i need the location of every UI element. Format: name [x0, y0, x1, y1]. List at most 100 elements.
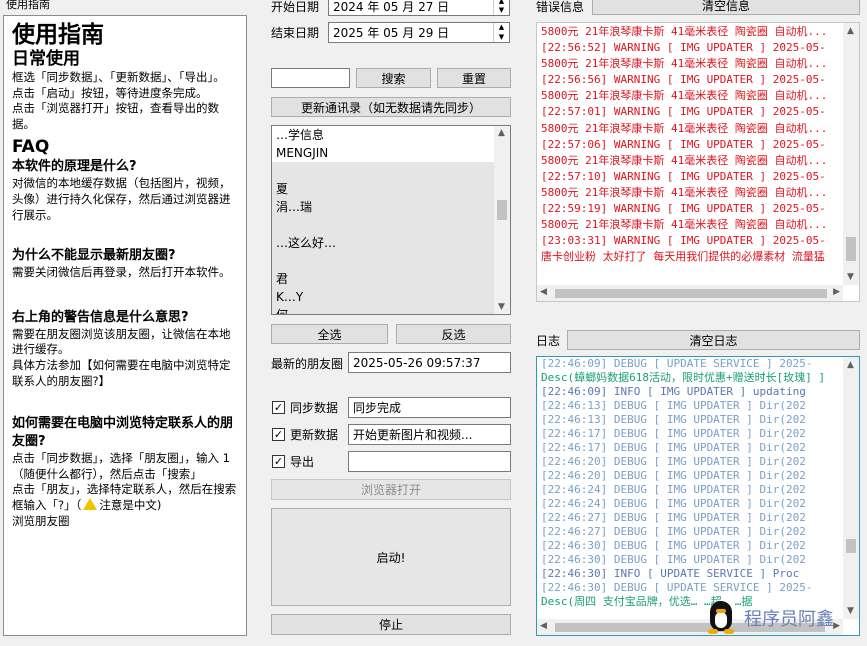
error-line: [22:57:06] WARNING [ IMG UPDATER ] 2025-…: [541, 137, 826, 151]
log-line: [22:46:09] DEBUG [ UPDATE SERVICE ] 2025…: [541, 357, 813, 370]
contact-item[interactable]: …学信息: [272, 126, 494, 144]
log-line: [22:46:27] DEBUG [ IMG UPDATER ] Dir(202: [541, 511, 806, 524]
contact-item[interactable]: [272, 252, 494, 270]
contact-item[interactable]: 君: [272, 270, 494, 288]
end-date-value: 2025 年 05 月 29 日: [333, 26, 450, 40]
scroll-left-icon[interactable]: ◀: [540, 621, 547, 631]
contact-list[interactable]: …学信息 MENGJIN 夏 涓…瑞 …这么好… 君 K…Y 何 ▲ ▼: [271, 125, 511, 315]
search-button[interactable]: 搜索: [356, 68, 431, 88]
export-status-field[interactable]: [348, 451, 511, 472]
log-vscrollbar[interactable]: ▲ ▼: [843, 357, 859, 619]
stop-button[interactable]: 停止: [271, 614, 511, 635]
scroll-up-icon[interactable]: ▲: [847, 360, 854, 370]
contact-item[interactable]: K…Y: [272, 288, 494, 306]
sync-checkbox[interactable]: ✓: [272, 401, 285, 414]
contact-item[interactable]: …这么好…: [272, 234, 494, 252]
invert-selection-button[interactable]: 反选: [396, 324, 511, 344]
log-line: [22:46:24] DEBUG [ IMG UPDATER ] Dir(202: [541, 483, 806, 496]
scroll-left-icon[interactable]: ◀: [540, 287, 547, 297]
update-label: 更新数据: [290, 428, 339, 442]
update-contacts-button[interactable]: 更新通讯录（如无数据请先同步）: [271, 97, 511, 117]
log-line: [22:46:13] DEBUG [ IMG UPDATER ] Dir(202: [541, 399, 806, 412]
end-date-label: 结束日期: [271, 26, 320, 40]
faq-answer: 对微信的本地缓存数据（包括图片，视频，头像）进行持久化保存，然后通过浏览器进行展…: [12, 176, 231, 222]
sync-status-field[interactable]: 同步完成: [348, 397, 511, 418]
error-line: 5800元 21年浪琴康卡斯 41毫米表径 陶瓷圈 自动机...: [541, 218, 828, 232]
guide-panel[interactable]: 使用指南 日常使用 框选「同步数据」、「更新数据」、「导出」。 点击「启动」按钮…: [3, 15, 247, 636]
contact-item[interactable]: [272, 162, 494, 180]
export-checkbox[interactable]: ✓: [272, 455, 285, 468]
faq-answer: 需要在朋友圈浏览该朋友圈，让微信在本地进行缓存。: [12, 326, 231, 357]
faq-question: 如何需要在电脑中浏览特定联系人的朋友圈?: [12, 416, 234, 450]
scroll-thumb[interactable]: [497, 200, 507, 220]
log-line: [22:46:09] INFO [ IMG UPDATER ] updating: [541, 385, 806, 398]
error-panel-label: 错误信息: [536, 0, 585, 14]
scroll-up-icon[interactable]: ▲: [847, 26, 854, 36]
scroll-thumb[interactable]: [555, 289, 827, 298]
select-all-button[interactable]: 全选: [271, 324, 388, 344]
scroll-down-icon[interactable]: ▼: [498, 302, 505, 312]
contact-list-scrollbar[interactable]: ▲ ▼: [494, 126, 510, 314]
scroll-up-icon[interactable]: ▲: [498, 128, 505, 138]
date-spin-icon[interactable]: ▲ ▼: [493, 0, 509, 15]
export-label: 导出: [290, 455, 315, 469]
clear-errors-button[interactable]: 清空信息: [592, 0, 860, 15]
section-daily-title: 日常使用: [12, 49, 80, 69]
guide-panel-label: 使用指南: [6, 0, 50, 11]
latest-moment-label: 最新的朋友圈: [271, 357, 344, 371]
faq-answer-part: 注意是中文): [99, 497, 162, 512]
watermark-text: 程序员阿鑫: [744, 609, 834, 630]
faq-question: 本软件的原理是什么?: [12, 159, 137, 175]
update-checkbox[interactable]: ✓: [272, 428, 285, 441]
faq-answer: 浏览朋友圈: [12, 513, 70, 528]
error-log-hscrollbar[interactable]: ◀ ▶: [537, 285, 843, 301]
error-log-vscrollbar[interactable]: ▲ ▼: [843, 23, 859, 285]
reset-button[interactable]: 重置: [437, 68, 511, 88]
log-line: [22:46:17] DEBUG [ IMG UPDATER ] Dir(202: [541, 427, 806, 440]
search-input[interactable]: [271, 68, 350, 88]
error-line: [22:57:10] WARNING [ IMG UPDATER ] 2025-…: [541, 169, 826, 183]
scroll-right-icon[interactable]: ▶: [833, 287, 840, 297]
error-line: 5800元 21年浪琴康卡斯 41毫米表径 陶瓷圈 自动机...: [541, 121, 828, 135]
faq-answer: 点击「同步数据」，选择「朋友圈」，输入 1 （随便什么都行），然后点击「搜索」: [12, 451, 230, 481]
end-date-picker[interactable]: 2025 年 05 月 29 日 ▲ ▼: [328, 22, 510, 43]
log-view[interactable]: [22:46:09] DEBUG [ UPDATE SERVICE ] 2025…: [536, 356, 860, 636]
faq-answer: 需要关闭微信后再登录，然后打开本软件。: [12, 265, 231, 280]
error-line: 唐卡创业粉 太好打了 每天用我们提供的必爆素材 流量猛: [541, 250, 825, 264]
latest-moment-field[interactable]: 2025-05-26 09:57:37: [348, 352, 511, 373]
start-date-label: 开始日期: [271, 0, 320, 14]
log-panel-label: 日志: [536, 334, 561, 348]
date-spin-icon[interactable]: ▲ ▼: [493, 23, 509, 42]
browser-open-button[interactable]: 浏览器打开: [271, 479, 511, 500]
faq-question: 右上角的警告信息是什么意思?: [12, 309, 189, 325]
error-log[interactable]: 5800元 21年浪琴康卡斯 41毫米表径 陶瓷圈 自动机... [22:56:5…: [536, 22, 860, 302]
error-line: 5800元 21年浪琴康卡斯 41毫米表径 陶瓷圈 自动机...: [541, 89, 828, 103]
scroll-thumb[interactable]: [846, 237, 856, 261]
contact-item[interactable]: 何: [272, 306, 494, 314]
daily-line: 框选「同步数据」、「更新数据」、「导出」。: [12, 70, 225, 84]
contact-item[interactable]: MENGJIN: [272, 144, 494, 162]
clear-log-button[interactable]: 清空日志: [567, 330, 860, 350]
error-line: [22:56:56] WARNING [ IMG UPDATER ] 2025-…: [541, 73, 826, 87]
contact-item[interactable]: 涓…瑞: [272, 198, 494, 216]
log-line: [22:46:30] DEBUG [ UPDATE SERVICE ] 2025…: [541, 581, 813, 594]
start-date-picker[interactable]: 2024 年 05 月 27 日 ▲ ▼: [328, 0, 510, 16]
error-line: [22:57:01] WARNING [ IMG UPDATER ] 2025-…: [541, 105, 826, 119]
contact-item[interactable]: 夏: [272, 180, 494, 198]
error-line: [22:56:52] WARNING [ IMG UPDATER ] 2025-…: [541, 41, 826, 55]
warning-icon: [83, 497, 98, 510]
faq-answer: 点击「朋友」，选择特定联系人，然后在搜索框输入「?」（ 注意是中文): [12, 482, 240, 513]
watermark: 程序员阿鑫: [706, 598, 864, 638]
log-line: [22:46:30] INFO [ UPDATE SERVICE ] Proc: [541, 567, 800, 580]
log-line: Desc(蟑螂妈数据618活动，限时优惠+赠送时长[玫瑰] ]: [541, 371, 826, 384]
start-button[interactable]: 启动!: [271, 508, 511, 606]
error-line: [23:03:31] WARNING [ IMG UPDATER ] 2025-…: [541, 234, 826, 248]
sync-label: 同步数据: [290, 401, 339, 415]
scroll-thumb[interactable]: [846, 539, 856, 553]
scroll-down-icon[interactable]: ▼: [847, 272, 854, 282]
daily-line: 点击「启动」按钮，等待进度条完成。: [12, 85, 208, 100]
guide-title: 使用指南: [12, 22, 104, 48]
update-status-field[interactable]: 开始更新图片和视频...: [348, 424, 511, 445]
start-date-value: 2024 年 05 月 27 日: [333, 0, 450, 14]
contact-item[interactable]: [272, 216, 494, 234]
